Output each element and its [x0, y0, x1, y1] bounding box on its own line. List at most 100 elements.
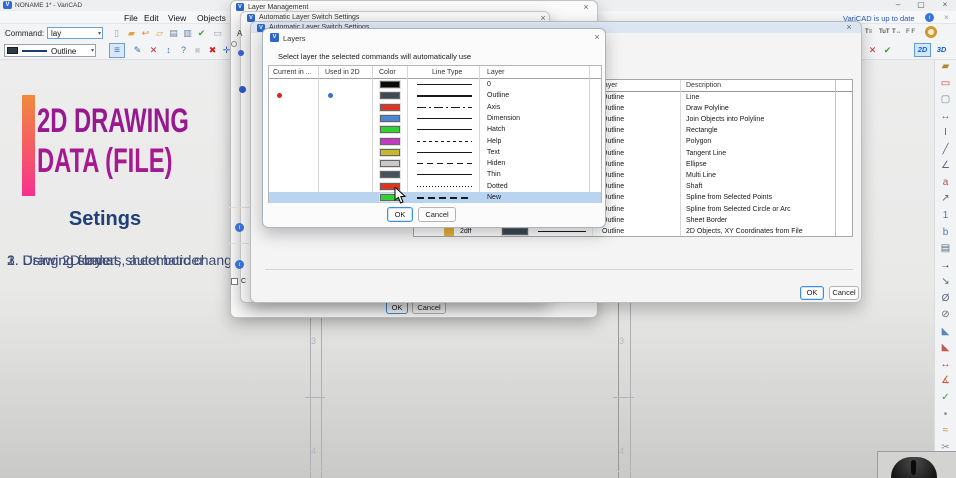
menu-item-view[interactable]: View	[168, 13, 186, 23]
line-point-icon[interactable]: ╱	[935, 143, 956, 157]
label-frame-icon[interactable]: ▤	[935, 242, 956, 256]
color-swatch[interactable]	[380, 115, 400, 122]
column-header[interactable]: Color	[379, 69, 396, 76]
table-row[interactable]: Outline	[269, 90, 601, 101]
chamfer-blue-icon[interactable]: ◣	[935, 325, 956, 339]
blank-icon[interactable]: ■	[191, 44, 204, 57]
layer-delete-icon[interactable]: ✕	[147, 44, 160, 57]
color-swatch[interactable]	[380, 138, 400, 145]
diameter-icon[interactable]: Ø	[935, 292, 956, 306]
column-header[interactable]: Line Type	[432, 69, 462, 76]
new-document-icon[interactable]: ▯	[110, 27, 123, 40]
leader-1-icon[interactable]: 1	[935, 209, 956, 223]
table-row[interactable]: 0	[269, 79, 601, 90]
save-as-icon[interactable]: ▥	[181, 27, 194, 40]
table-row[interactable]: New	[269, 192, 601, 203]
color-swatch[interactable]	[380, 171, 400, 178]
layer-move-icon[interactable]: ↕	[162, 44, 175, 57]
close-button[interactable]: ×	[937, 0, 953, 10]
table-row[interactable]: Text	[269, 147, 601, 158]
column-header[interactable]: Used in 2D	[325, 69, 360, 76]
ok-button[interactable]: OK	[800, 286, 824, 300]
layers-button[interactable]: ≡	[109, 43, 125, 58]
radio-icon[interactable]	[231, 41, 237, 47]
select-region-icon[interactable]: ▢	[935, 93, 956, 107]
arrow-right-icon[interactable]: →	[935, 259, 956, 273]
check-leader-icon[interactable]: ✓	[935, 391, 956, 405]
import-icon[interactable]: ↩	[139, 27, 152, 40]
rect-outline-icon[interactable]: ▭	[935, 77, 956, 91]
spline-icon[interactable]: ≈	[935, 424, 956, 438]
leader-b-icon[interactable]: b	[935, 226, 956, 240]
ok-button[interactable]: OK	[387, 207, 413, 222]
angle-icon[interactable]: ∠	[935, 159, 956, 173]
chevron-down-icon[interactable]: ▾	[98, 30, 101, 37]
cancel-button[interactable]: Cancel	[418, 207, 456, 222]
leader-a-icon[interactable]: a	[935, 176, 956, 190]
info-icon[interactable]: i	[235, 260, 244, 269]
table-row[interactable]: Axis	[269, 102, 601, 113]
table-row[interactable]: Hatch	[269, 124, 601, 135]
chamfer-red-icon[interactable]: ◣	[935, 341, 956, 355]
info-icon[interactable]: i	[235, 223, 244, 232]
delete-icon[interactable]: ✖	[206, 44, 219, 57]
print-icon[interactable]: ▭	[211, 27, 224, 40]
table-row[interactable]: ~2dffOutline2D Objects, XY Coordinates f…	[414, 226, 852, 237]
minimize-button[interactable]: –	[890, 0, 906, 10]
ibeam-icon[interactable]: I	[935, 126, 956, 140]
mode-3d-button[interactable]: 3D	[933, 43, 950, 57]
color-swatch[interactable]	[380, 81, 400, 88]
column-header[interactable]: Current in ...	[273, 69, 312, 76]
table-row[interactable]: Thin	[269, 169, 601, 180]
export-folder-icon[interactable]: ▱	[153, 27, 166, 40]
cancel-button[interactable]: Cancel	[829, 286, 859, 300]
menu-item-objects[interactable]: Objects	[197, 13, 226, 23]
column-header[interactable]: Description	[686, 82, 721, 89]
table-row[interactable]: Dimension	[269, 113, 601, 124]
radius-icon[interactable]: ∡	[935, 374, 956, 388]
close-icon[interactable]: ×	[843, 22, 855, 32]
cell-description: Join Objects into Polyline	[686, 116, 764, 123]
color-swatch[interactable]	[380, 126, 400, 133]
dim-diameter-icon[interactable]: ⊘	[935, 308, 956, 322]
dim-check-icon[interactable]: ✔	[881, 44, 894, 57]
table-row[interactable]: Help	[269, 136, 601, 147]
close-icon[interactable]: ×	[591, 32, 603, 42]
line-style-combo[interactable]: Outline ▾	[4, 44, 96, 57]
leader-arrow-icon[interactable]: ↗	[935, 192, 956, 206]
close-icon[interactable]: ×	[580, 2, 592, 12]
command-input[interactable]: lay ▾	[47, 27, 103, 39]
save-icon[interactable]: ▤	[167, 27, 180, 40]
dim-delete-icon[interactable]: ✕	[866, 44, 879, 57]
color-swatch[interactable]	[380, 160, 400, 167]
text-height-icon[interactable]: TuT	[879, 29, 890, 35]
checkbox[interactable]	[231, 278, 238, 285]
open-folder-icon[interactable]: ▰	[125, 27, 138, 40]
chevron-down-icon[interactable]: ▾	[91, 47, 94, 54]
color-swatch[interactable]	[380, 104, 400, 111]
mode-2d-button[interactable]: 2D	[914, 43, 931, 57]
maximize-button[interactable]: ▢	[913, 0, 929, 10]
table-row[interactable]: Dotted	[269, 181, 601, 192]
layer-rename-icon[interactable]: ?	[177, 44, 190, 57]
color-swatch[interactable]	[380, 92, 400, 99]
dialog-title-bar[interactable]: V Layers ×	[263, 29, 605, 45]
text-paragraph-icon[interactable]: T≡	[865, 29, 872, 35]
dim-diagonal-icon[interactable]: ↘	[935, 275, 956, 289]
export-folder-icon[interactable]: ▰	[935, 60, 956, 74]
donut-icon[interactable]	[925, 26, 937, 38]
dim-red-icon[interactable]: ↔	[935, 358, 956, 372]
dismiss-update-icon[interactable]: ×	[944, 13, 949, 22]
info-icon[interactable]: i	[925, 13, 934, 22]
dim-bracket-icon[interactable]: ↔	[935, 110, 956, 124]
column-header[interactable]: Layer	[487, 69, 505, 76]
table-row[interactable]: Hiden	[269, 158, 601, 169]
layer-edit-icon[interactable]: ✎	[131, 44, 144, 57]
color-swatch[interactable]	[380, 149, 400, 156]
dot-icon[interactable]: •	[935, 408, 956, 422]
text-width-icon[interactable]: T↔	[892, 29, 902, 35]
menu-item-edit[interactable]: Edit	[144, 13, 159, 23]
font-icon[interactable]: F F	[906, 29, 915, 35]
folder-check-icon[interactable]: ✔	[195, 27, 208, 40]
menu-item-file[interactable]: File	[124, 13, 138, 23]
